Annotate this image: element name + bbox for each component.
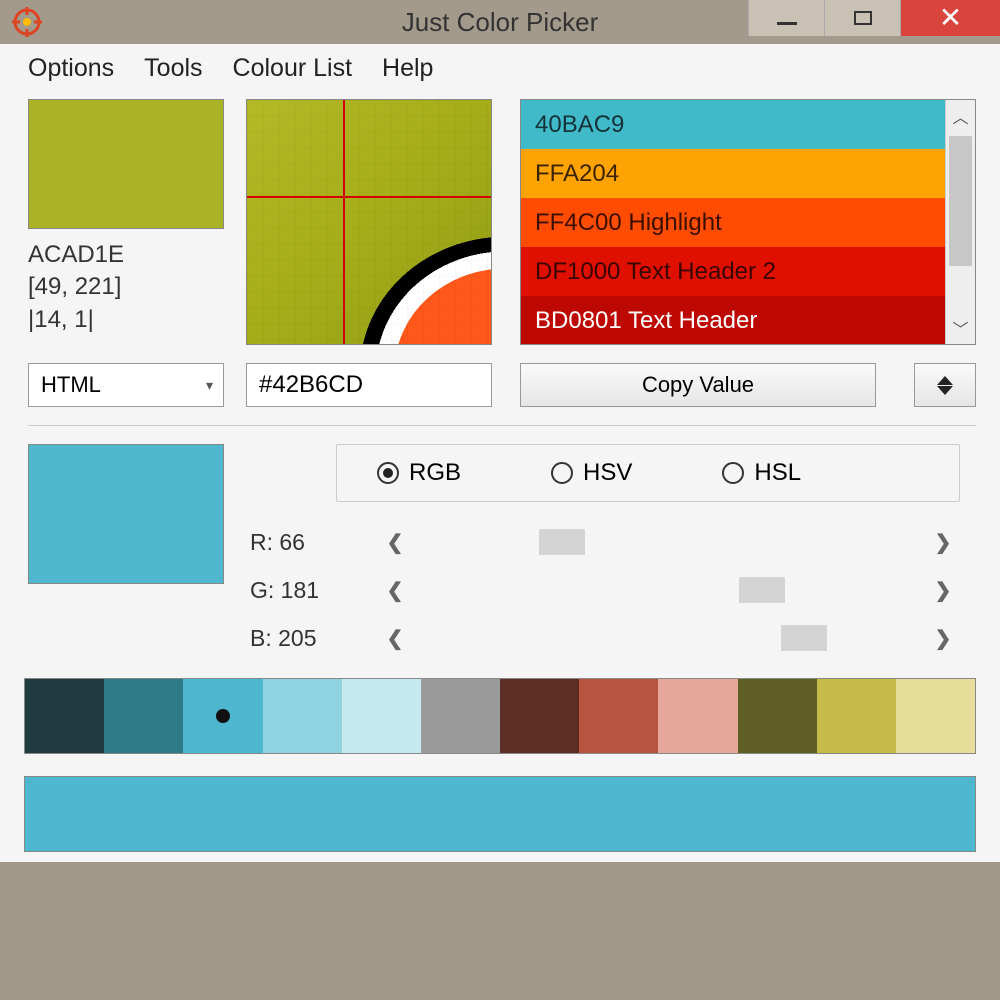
picked-color-swatch [28,99,224,229]
radio-hsv-label: HSV [583,459,632,487]
palette-swatch[interactable] [896,679,975,753]
scroll-thumb[interactable] [949,136,972,266]
colour-list-item[interactable]: FF4C00 Highlight [521,198,945,247]
crosshair-vertical [343,100,345,344]
slider-row-r: R: 66 ❮ ❯ [246,518,960,566]
slider-track[interactable] [424,625,914,651]
palette-swatch[interactable] [25,679,104,753]
color-mode-radio-group: RGB HSV HSL [336,444,960,502]
radio-rgb-label: RGB [409,459,461,487]
picked-hex: ACAD1E [28,239,224,271]
palette-swatch[interactable] [817,679,896,753]
slider-row-b: B: 205 ❮ ❯ [246,614,960,662]
app-icon [12,7,42,37]
copy-value-button[interactable]: Copy Value [520,363,876,407]
menu-colour-list[interactable]: Colour List [233,54,353,83]
radio-dot-icon [722,462,744,484]
slider-decrement[interactable]: ❮ [378,578,412,603]
slider-increment[interactable]: ❯ [926,626,960,651]
slider-row-g: G: 181 ❮ ❯ [246,566,960,614]
selected-color-swatch [28,444,224,584]
color-value-text: #42B6CD [259,371,363,399]
slider-increment[interactable]: ❯ [926,578,960,603]
maximize-button[interactable] [824,0,900,36]
slider-decrement[interactable]: ❮ [378,530,412,555]
picked-screen-pos: [49, 221] [28,271,224,303]
palette-swatch[interactable] [421,679,500,753]
palette-swatch[interactable] [658,679,737,753]
palette-swatch[interactable] [579,679,658,753]
scroll-up-icon[interactable]: ︿ [946,100,975,132]
magnifier-view [246,99,492,345]
color-value-input[interactable]: #42B6CD [246,363,492,407]
palette-swatch[interactable] [263,679,342,753]
gradient-bar[interactable] [24,776,976,852]
chevron-down-icon: ▾ [206,377,213,394]
palette-swatch[interactable] [104,679,183,753]
colour-list-item[interactable]: FFA204 [521,149,945,198]
slider-increment[interactable]: ❯ [926,530,960,555]
radio-hsv[interactable]: HSV [551,459,632,487]
radio-dot-icon [377,462,399,484]
scroll-down-icon[interactable]: ﹀ [946,312,975,344]
divider [28,425,976,426]
picked-color-info: ACAD1E [49, 221] |14, 1| [28,239,224,336]
format-selected: HTML [41,372,101,398]
title-bar: Just Color Picker ✕ [0,0,1000,44]
menu-options[interactable]: Options [28,54,114,83]
radio-hsl[interactable]: HSL [722,459,801,487]
menu-bar: Options Tools Colour List Help [0,44,1000,95]
minimize-button[interactable] [748,0,824,36]
slider-track[interactable] [424,577,914,603]
triangle-up-icon [937,376,953,385]
channel-label: B: 205 [246,625,366,652]
colour-list-item[interactable]: 40BAC9 [521,100,945,149]
channel-label: G: 181 [246,577,366,604]
slider-thumb[interactable] [539,529,585,555]
slider-thumb[interactable] [739,577,785,603]
format-dropdown[interactable]: HTML ▾ [28,363,224,407]
colour-list-item[interactable]: DF1000 Text Header 2 [521,247,945,296]
colour-list-item[interactable]: BD0801 Text Header [521,296,945,344]
palette-swatch[interactable] [500,679,579,753]
slider-track[interactable] [424,529,914,555]
close-button[interactable]: ✕ [900,0,1000,36]
palette-swatch[interactable] [738,679,817,753]
radio-rgb[interactable]: RGB [377,459,461,487]
channel-label: R: 66 [246,529,366,556]
colour-list-scrollbar[interactable]: ︿ ﹀ [945,100,975,344]
menu-help[interactable]: Help [382,54,433,83]
radio-dot-icon [551,462,573,484]
radio-hsl-label: HSL [754,459,801,487]
slider-decrement[interactable]: ❮ [378,626,412,651]
slider-thumb[interactable] [781,625,827,651]
copy-value-label: Copy Value [642,372,754,398]
harmony-palette [24,678,976,754]
colour-list: 40BAC9FFA204FF4C00 HighlightDF1000 Text … [520,99,976,345]
palette-swatch[interactable] [342,679,421,753]
triangle-down-icon [937,386,953,395]
palette-swatch[interactable] [183,679,262,753]
menu-tools[interactable]: Tools [144,54,202,83]
crosshair-horizontal [247,196,491,198]
sort-button[interactable] [914,363,976,407]
picked-pixel-pos: |14, 1| [28,304,224,336]
